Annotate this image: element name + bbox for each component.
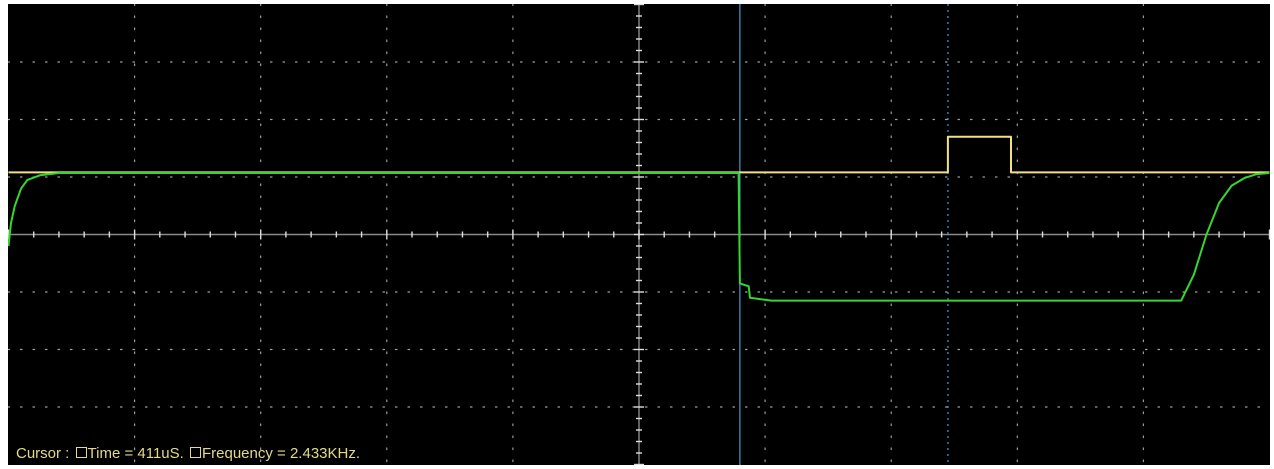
time-readout: Time = 411uS.: [87, 445, 184, 462]
oscilloscope-window: Cursor : Time = 411uS. Frequency = 2.433…: [0, 0, 1274, 469]
checkbox-icon[interactable]: [75, 447, 87, 458]
cursor-readout: Cursor : Time = 411uS. Frequency = 2.433…: [16, 445, 360, 463]
checkbox-icon[interactable]: [190, 447, 201, 458]
cursor-readout-prefix: Cursor :: [16, 445, 70, 462]
waveform-plot: [8, 4, 1270, 465]
scope-screen: Cursor : Time = 411uS. Frequency = 2.433…: [8, 4, 1270, 465]
frequency-readout: Frequency = 2.433KHz.: [202, 445, 361, 462]
